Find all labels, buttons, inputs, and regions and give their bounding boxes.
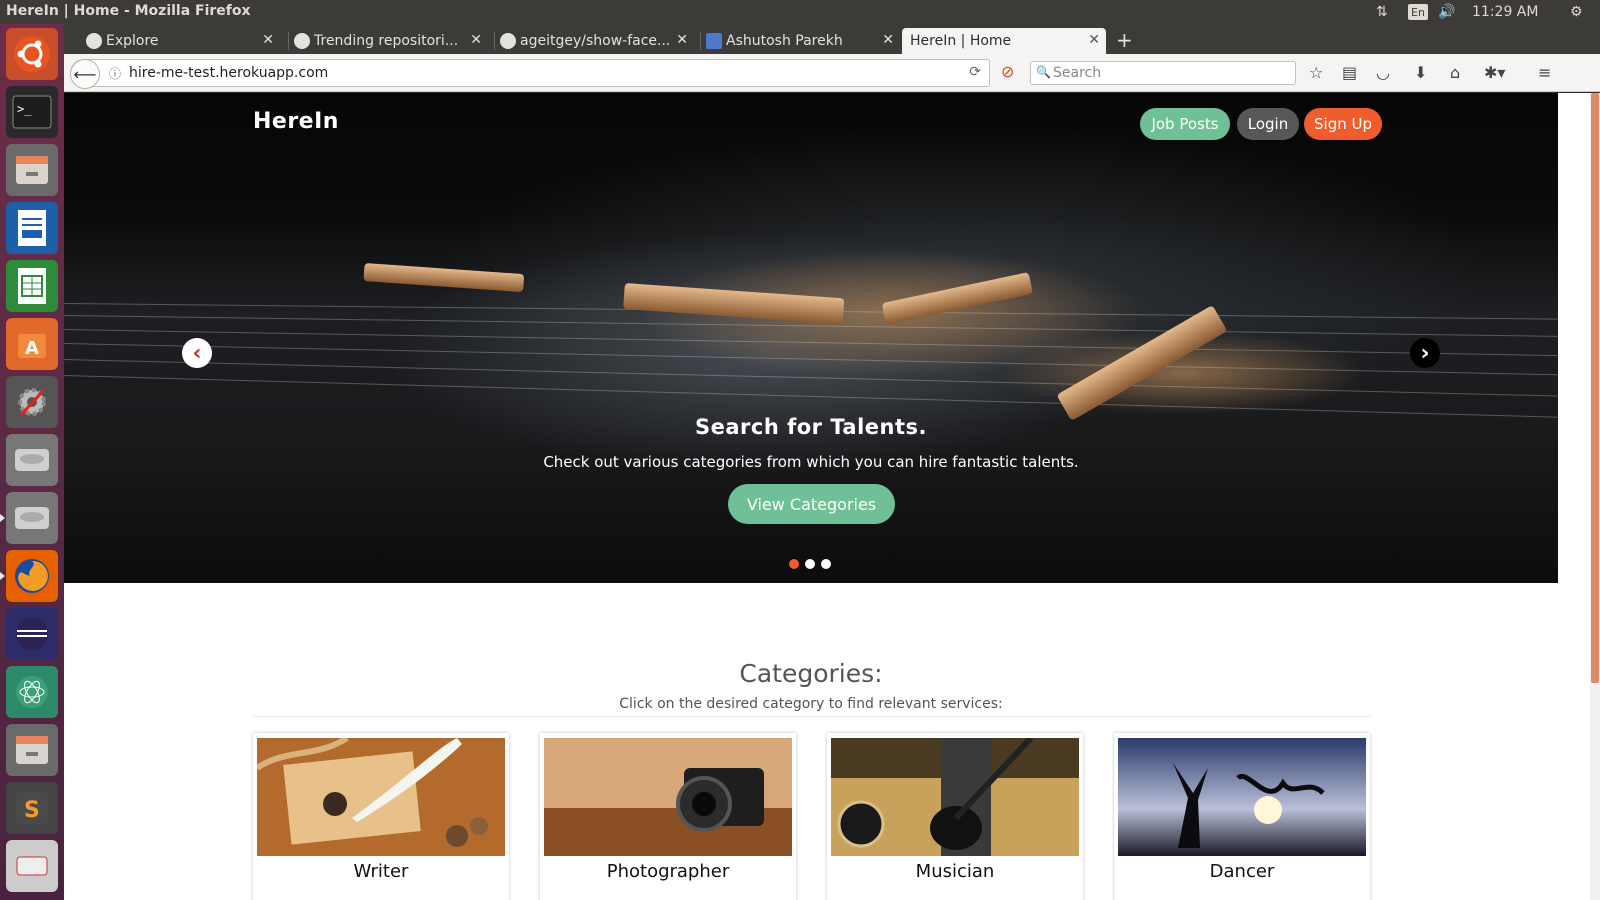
category-card-dancer[interactable]: Dancer <box>1114 733 1370 900</box>
category-card-photographer[interactable]: Photographer <box>540 733 796 900</box>
writer-icon[interactable] <box>6 202 58 254</box>
svg-text:>_: >_ <box>17 102 32 116</box>
categories-title: Categories: <box>739 659 883 688</box>
network-icon[interactable]: ⇅ <box>1376 2 1388 22</box>
hero-title: Search for Talents. <box>694 415 928 439</box>
pocket-icon[interactable]: ◡ <box>1376 63 1390 82</box>
ubuntu-dash-icon[interactable] <box>6 28 58 80</box>
github-icon <box>86 33 102 49</box>
tab-explore[interactable]: Explore ✕ <box>82 28 280 54</box>
archive-icon[interactable] <box>6 724 58 776</box>
back-arrow-icon[interactable]: ⟵ <box>70 59 100 89</box>
login-button[interactable]: Login <box>1237 108 1299 140</box>
url-text[interactable]: hire-me-test.herokuapp.com <box>129 65 328 81</box>
sign-up-button[interactable]: Sign Up <box>1304 108 1382 140</box>
nav-bar: ⟵ ⓘ hire-me-test.herokuapp.com ⟳ ⊘ 🔍 Sea… <box>64 54 1600 92</box>
carousel-prev-icon[interactable]: ‹ <box>182 338 212 368</box>
launcher: >_ A S <box>0 24 64 900</box>
software-center-icon[interactable]: A <box>6 318 58 370</box>
hero-carousel: HereIn Job Posts Login Sign Up ‹ › Searc… <box>64 93 1558 583</box>
tab-label: Trending repositori... <box>314 33 459 49</box>
carousel-indicator-dot[interactable] <box>821 559 831 569</box>
svg-text:S: S <box>24 798 40 823</box>
volume-icon[interactable]: 🔊 <box>1438 2 1455 22</box>
calc-icon[interactable] <box>6 260 58 312</box>
svg-text:A: A <box>25 338 39 359</box>
eclipse-icon[interactable] <box>6 608 58 660</box>
hamburger-menu-icon[interactable]: ≡ <box>1538 63 1551 82</box>
divider <box>253 716 1371 717</box>
tab-bar: Explore ✕ Trending repositori... ✕ ageit… <box>64 24 1600 54</box>
close-icon[interactable]: ✕ <box>262 32 274 48</box>
job-posts-button[interactable]: Job Posts <box>1140 108 1230 140</box>
tab-label: Explore <box>106 33 159 49</box>
category-label: Musician <box>915 861 995 882</box>
github-icon <box>294 33 310 49</box>
view-categories-button[interactable]: View Categories <box>728 484 895 524</box>
top-panel: HereIn | Home - Mozilla Firefox ⇅ En 🔊 1… <box>0 0 1600 24</box>
close-icon[interactable]: ✕ <box>676 32 688 48</box>
tab-label: ageitgey/show-face... <box>520 33 671 49</box>
download-icon[interactable]: ⬇ <box>1414 63 1427 82</box>
window-title: HereIn | Home - Mozilla Firefox <box>6 3 251 19</box>
atom-icon[interactable] <box>6 666 58 718</box>
search-input[interactable]: 🔍 Search <box>1030 61 1296 85</box>
carousel-indicator-dot[interactable] <box>805 559 815 569</box>
trash-icon[interactable] <box>6 840 58 892</box>
bookmark-star-icon[interactable]: ☆ <box>1309 63 1323 82</box>
search-placeholder: Search <box>1053 65 1102 81</box>
categories-subtitle: Click on the desired category to find re… <box>619 696 1003 712</box>
power-gear-icon[interactable]: ⚙ <box>1570 2 1583 22</box>
keyboard-language-indicator[interactable]: En <box>1408 4 1428 20</box>
files-icon[interactable] <box>6 144 58 196</box>
tab-label: Ashutosh Parekh <box>726 33 843 49</box>
hero-subtitle: Check out various categories from which … <box>543 453 1079 471</box>
dancer-image <box>1118 738 1366 856</box>
disk-drive-icon[interactable] <box>6 434 58 486</box>
page-viewport: HereIn Job Posts Login Sign Up ‹ › Searc… <box>64 93 1600 900</box>
extension-icon[interactable]: ✱▾ <box>1484 63 1505 82</box>
category-label: Dancer <box>1209 861 1275 882</box>
scrollbar[interactable] <box>1590 93 1600 900</box>
tab-trending[interactable]: Trending repositori... ✕ <box>290 28 488 54</box>
tab-show-face[interactable]: ageitgey/show-face... ✕ <box>496 28 694 54</box>
category-label: Photographer <box>606 861 730 882</box>
profile-icon <box>706 33 722 49</box>
tab-ashutosh[interactable]: Ashutosh Parekh ✕ <box>702 28 900 54</box>
adblock-icon[interactable]: ⊘ <box>1001 62 1014 81</box>
carousel-indicator-dot[interactable] <box>789 559 799 569</box>
writer-image <box>257 738 505 856</box>
category-card-writer[interactable]: Writer <box>253 733 509 900</box>
reload-icon[interactable]: ⟳ <box>969 64 981 80</box>
disk-drive-2-icon[interactable] <box>0 492 58 544</box>
musician-image <box>831 738 1079 856</box>
system-settings-icon[interactable] <box>6 376 58 428</box>
photographer-image <box>544 738 792 856</box>
new-tab-icon[interactable]: + <box>1116 28 1133 52</box>
terminal-icon[interactable]: >_ <box>6 86 58 138</box>
search-icon: 🔍 <box>1036 65 1051 79</box>
sublime-text-icon[interactable]: S <box>6 782 58 834</box>
url-bar[interactable]: ⟵ ⓘ hire-me-test.herokuapp.com ⟳ <box>70 59 990 89</box>
reading-list-icon[interactable]: ▤ <box>1342 63 1357 82</box>
close-icon[interactable]: ✕ <box>882 32 894 48</box>
close-icon[interactable]: ✕ <box>470 32 482 48</box>
github-icon <box>500 33 516 49</box>
scrollbar-thumb[interactable] <box>1591 93 1599 683</box>
close-icon[interactable]: ✕ <box>1088 32 1100 48</box>
firefox-icon[interactable] <box>0 550 58 602</box>
home-icon[interactable]: ⌂ <box>1450 63 1460 82</box>
clock[interactable]: 11:29 AM <box>1472 2 1538 22</box>
tab-label: HereIn | Home <box>910 33 1012 49</box>
tab-herein-home[interactable]: HereIn | Home ✕ <box>902 28 1106 54</box>
category-card-musician[interactable]: Musician <box>827 733 1083 900</box>
carousel-next-icon[interactable]: › <box>1410 338 1440 368</box>
category-label: Writer <box>353 861 409 882</box>
site-brand[interactable]: HereIn <box>253 109 339 134</box>
info-icon[interactable]: ⓘ <box>109 65 121 82</box>
